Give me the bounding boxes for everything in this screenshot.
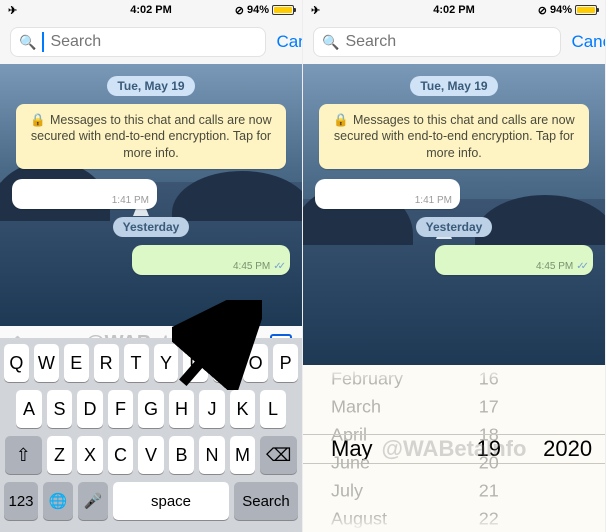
picker-day-wheel[interactable]: 161718 19 202122 [447,365,530,532]
picker-item[interactable]: June [331,449,387,476]
mic-key[interactable]: 🎤 [78,482,108,520]
status-bar: ✈ 4:02 PM ⊘ 94% [0,0,302,20]
screen-keyboard-variant: ✈ 4:02 PM ⊘ 94% 🔍 Cancel Tue, May 19 🔒Me… [0,0,303,532]
key-k[interactable]: K [230,390,256,428]
chat-area[interactable]: Tue, May 19 🔒Messages to this chat and c… [303,64,605,365]
search-input[interactable] [345,33,552,51]
lock-icon: 🔒 [333,113,349,127]
cancel-button[interactable]: Cancel [276,32,303,52]
outgoing-message[interactable]: 4:45 PM✓✓ [435,245,593,275]
search-icon: 🔍 [19,34,36,51]
picker-month-wheel[interactable]: FebruaryMarchApril May JuneJulyAugust [303,365,447,532]
incoming-message[interactable]: 1:41 PM [315,179,460,209]
key-b[interactable]: B [169,436,195,474]
key-e[interactable]: E [64,344,89,382]
search-bar: 🔍 Cancel [303,20,605,64]
search-icon: 🔍 [322,34,339,51]
key-j[interactable]: J [199,390,225,428]
chat-area[interactable]: Tue, May 19 🔒Messages to this chat and c… [0,64,302,326]
airplane-mode-icon: ✈ [8,4,22,17]
key-i[interactable]: I [213,344,238,382]
picker-year-selected: 2020 [530,434,605,464]
key-d[interactable]: D [77,390,103,428]
search-input[interactable] [50,33,257,51]
key-z[interactable]: Z [47,436,73,474]
key-l[interactable]: L [260,390,286,428]
date-header: Tue, May 19 [107,76,194,96]
date-header: Tue, May 19 [410,76,497,96]
status-bar: ✈ 4:02 PM ⊘ 94% [303,0,605,20]
battery-icon [575,5,597,15]
picker-item[interactable]: March [331,393,403,420]
ios-keyboard[interactable]: QWERTYUIOP ASDFGHJKL ⇧ ZXCVBNM ⌫ 123 🌐 🎤… [0,338,302,532]
battery-icon [272,5,294,15]
message-time: 1:41 PM [112,195,149,206]
message-time: 4:45 PM [233,261,270,272]
battery-percent: 94% [247,4,269,16]
key-x[interactable]: X [77,436,103,474]
picker-item[interactable]: 17 [479,393,499,420]
key-u[interactable]: U [183,344,208,382]
cancel-button[interactable]: Cancel [571,32,606,52]
lock-icon: 🔒 [30,113,46,127]
status-time: 4:02 PM [433,4,475,16]
picker-item[interactable]: July [331,477,387,504]
key-v[interactable]: V [138,436,164,474]
search-bar: 🔍 Cancel [0,20,302,64]
outgoing-message[interactable]: 4:45 PM✓✓ [132,245,290,275]
encryption-notice[interactable]: 🔒Messages to this chat and calls are now… [16,104,286,169]
key-o[interactable]: O [243,344,268,382]
text-cursor [42,32,44,52]
rotation-lock-icon: ⊘ [538,4,547,17]
search-field[interactable]: 🔍 [10,27,266,57]
key-n[interactable]: N [199,436,225,474]
message-time: 4:45 PM [536,261,573,272]
status-time: 4:02 PM [130,4,172,16]
screen-datepicker-variant: ✈ 4:02 PM ⊘ 94% 🔍 Cancel Tue, May 19 🔒Me… [303,0,606,532]
key-y[interactable]: Y [154,344,179,382]
search-key[interactable]: Search [234,482,298,520]
date-header-yesterday: Yesterday [416,217,493,237]
globe-key[interactable]: 🌐 [43,482,73,520]
key-a[interactable]: A [16,390,42,428]
rotation-lock-icon: ⊘ [235,4,244,17]
read-ticks-icon: ✓✓ [576,261,585,272]
key-f[interactable]: F [108,390,134,428]
backspace-key[interactable]: ⌫ [260,436,297,474]
encryption-notice[interactable]: 🔒Messages to this chat and calls are now… [319,104,589,169]
encryption-text: Messages to this chat and calls are now … [334,113,575,160]
date-header-yesterday: Yesterday [113,217,190,237]
airplane-mode-icon: ✈ [311,4,325,17]
key-q[interactable]: Q [4,344,29,382]
encryption-text: Messages to this chat and calls are now … [31,113,272,160]
key-t[interactable]: T [124,344,149,382]
picker-year-wheel[interactable]: 2020 [530,365,605,532]
battery-percent: 94% [550,4,572,16]
key-p[interactable]: P [273,344,298,382]
key-h[interactable]: H [169,390,195,428]
message-time: 1:41 PM [415,195,452,206]
space-key[interactable]: space [113,482,229,520]
picker-item[interactable]: 21 [479,477,499,504]
key-r[interactable]: R [94,344,119,382]
search-field[interactable]: 🔍 [313,27,561,57]
key-m[interactable]: M [230,436,256,474]
date-picker[interactable]: FebruaryMarchApril May JuneJulyAugust 16… [303,365,605,532]
key-g[interactable]: G [138,390,164,428]
key-c[interactable]: C [108,436,134,474]
numbers-key[interactable]: 123 [4,482,38,520]
shift-key[interactable]: ⇧ [5,436,42,474]
picker-item[interactable]: 20 [479,449,499,476]
incoming-message[interactable]: 1:41 PM [12,179,157,209]
key-w[interactable]: W [34,344,59,382]
key-s[interactable]: S [47,390,73,428]
read-ticks-icon: ✓✓ [273,261,282,272]
